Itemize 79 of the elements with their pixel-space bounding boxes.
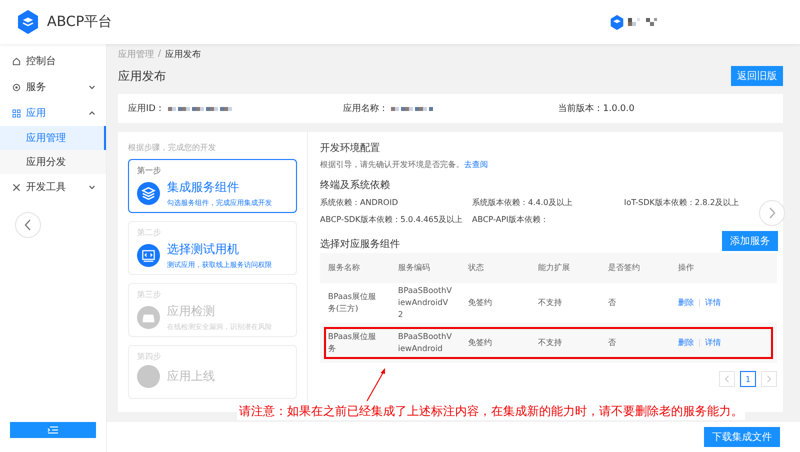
drive-icon [137,306,160,329]
table-cell-text: 否 [607,337,617,349]
annotation-arrow [365,366,387,402]
brand-name: ABCP平台 [47,13,112,31]
home-icon [12,56,21,66]
app-name-label: 应用名称： [343,102,388,115]
table-cell-text: 不支持 [537,297,563,309]
version-text: 当前版本：1.0.0.0 [558,102,634,115]
table-cell-text: 免签约 [467,297,493,309]
hexagon-logo-icon [17,10,39,34]
breadcrumb-current: 应用发布 [165,48,202,60]
grid-icon [12,108,21,118]
chevron-icon [88,109,96,117]
column-header: 操作 [677,262,695,274]
download-button[interactable]: 下载集成文件 [704,427,780,447]
chevron-right-icon [768,207,776,219]
sidebar-item[interactable]: 控制台 [0,48,106,74]
section-title: 选择对应服务组件 [320,238,400,251]
sidebar-item[interactable]: 开发工具 [0,174,106,200]
column-header: 是否签约 [607,262,641,274]
table-cell-text: 免签约 [467,337,493,349]
redacted-mosaic [391,106,433,110]
delete-link[interactable]: 删除 [678,337,694,349]
column-header: 服务名称 [327,262,361,274]
step-title: 集成服务组件 [167,179,240,196]
page-button[interactable]: 1 [740,371,756,387]
chevron-right-icon [766,375,772,383]
section-title: 终端及系统依赖 [320,178,391,192]
details-link[interactable]: 详情 [705,337,721,349]
env-text: 根据引导，请先确认开发环境是否完备。 [320,160,464,169]
sidebar-item[interactable]: 服务 [0,74,106,100]
dependency-text: IoT-SDK版本依赖：2.8.2及以上 [624,197,740,208]
view-link[interactable]: 去查阅 [464,160,488,169]
table-cell-text: BPaas展位服务 [327,331,377,355]
layers-icon [137,182,160,205]
previous-page-button[interactable] [719,371,735,387]
breadcrumb-link[interactable]: 应用管理 [118,48,154,60]
sidebar-subitem[interactable]: 应用管理 [0,126,106,150]
table-cell-text: BPaaSBoothViewAndroid [397,331,453,355]
sidebar-subitem[interactable]: 应用分发 [0,150,106,174]
chevron-icon [88,83,96,91]
ring-icon [12,82,21,92]
annotation-text: 请注意：如果在之前已经集成了上述标注内容，在集成新的能力时，请不要删除老的服务能力。 [237,403,745,420]
table-cell-text: 不支持 [537,337,563,349]
page-title: 应用发布 [118,68,166,84]
circle-icon [137,365,160,388]
return-button[interactable]: 返回旧版 [731,66,783,86]
table-cell-text: 否 [607,297,617,309]
add-service-button[interactable]: 添加服务 [722,231,778,251]
code-icon [137,244,160,267]
menu-fold-icon [47,426,59,434]
step-title: 应用上线 [167,368,215,385]
chevron-left-icon [724,375,730,383]
redacted-mosaic [168,106,232,110]
details-link[interactable]: 详情 [705,297,721,309]
column-header: 服务编码 [397,262,431,274]
dependency-text: ABCP-SDK版本依赖：5.0.4.465及以上 [320,214,464,225]
breadcrumb-separator: / [158,49,162,59]
table-cell-text: BPaas展位服务(三方) [327,291,377,315]
hexagon-avatar-icon[interactable] [610,14,624,30]
steps-hint: 根据步骤，完成您的开发 [128,142,217,153]
section-title: 开发环境配置 [320,142,381,155]
collapse-sidebar-button[interactable] [10,422,96,438]
table-cell-text: BPaaSBoothViewAndroidV2 [397,285,453,321]
chevron-left-icon [24,219,32,231]
step-number: 第一步 [137,165,162,176]
column-header: 能力扩展 [537,262,571,274]
previous-arrow-button[interactable] [15,212,41,238]
delete-link[interactable]: 删除 [678,297,694,309]
sidebar-item[interactable]: 应用 [0,100,106,126]
step-title: 选择测试用机 [167,241,240,258]
dependency-text: 系统版本依赖：4.4.0及以上 [472,197,574,208]
step-title: 应用检测 [167,303,216,320]
chevron-icon [88,183,96,191]
next-page-button[interactable] [761,371,777,387]
dependency-text: ABCP-API版本依赖： [472,214,550,225]
column-header: 状态 [467,262,485,274]
dependency-text: 系统依赖：ANDROID [320,197,399,208]
app-id-label: 应用ID： [128,102,165,115]
